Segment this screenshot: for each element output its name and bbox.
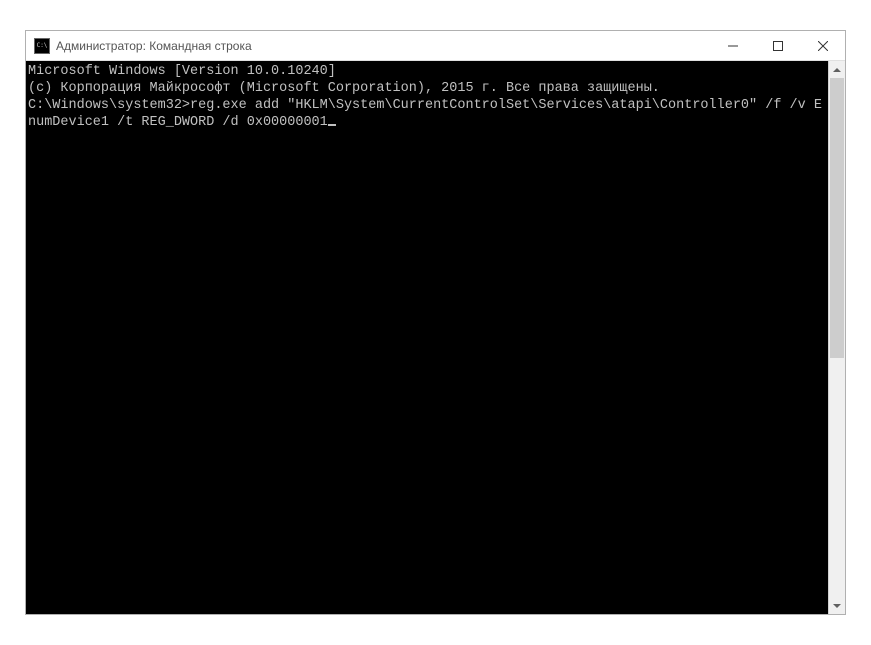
scroll-up-button[interactable]: [829, 61, 845, 78]
scrollbar-thumb[interactable]: [830, 78, 844, 358]
close-button[interactable]: [800, 31, 845, 60]
console-line: (c) Корпорация Майкрософт (Microsoft Cor…: [28, 80, 826, 97]
console-line: Microsoft Windows [Version 10.0.10240]: [28, 63, 826, 80]
vertical-scrollbar[interactable]: [828, 61, 845, 614]
console-output[interactable]: Microsoft Windows [Version 10.0.10240](c…: [26, 61, 828, 614]
scroll-down-button[interactable]: [829, 597, 845, 614]
maximize-button[interactable]: [755, 31, 800, 60]
minimize-button[interactable]: [710, 31, 755, 60]
console-area: Microsoft Windows [Version 10.0.10240](c…: [26, 61, 845, 614]
console-prompt: C:\Windows\system32>: [28, 98, 190, 113]
cmd-window: Администратор: Командная строка Microsof…: [25, 30, 846, 615]
window-controls: [710, 31, 845, 60]
cmd-icon: [34, 38, 50, 54]
window-title: Администратор: Командная строка: [56, 39, 710, 53]
titlebar[interactable]: Администратор: Командная строка: [26, 31, 845, 61]
text-cursor: [328, 124, 336, 126]
